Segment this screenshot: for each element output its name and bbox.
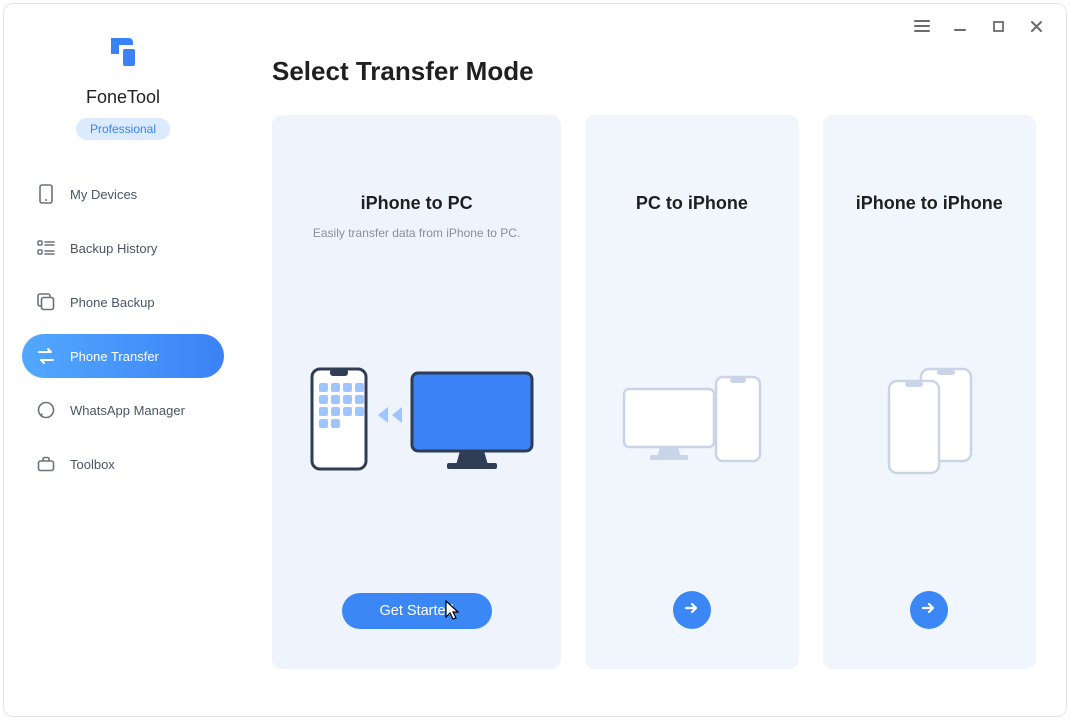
list-icon — [36, 238, 56, 258]
sidebar-item-label: Backup History — [70, 241, 157, 256]
page-title: Select Transfer Mode — [272, 56, 1036, 87]
copy-icon — [36, 292, 56, 312]
app-window: FoneTool Professional My Devices Backup … — [3, 3, 1067, 717]
arrow-button[interactable] — [673, 591, 711, 629]
arrow-right-icon — [921, 601, 937, 620]
app-brand: FoneTool Professional — [4, 32, 242, 140]
card-subtitle: Easily transfer data from iPhone to PC. — [313, 226, 520, 246]
card-iphone-to-pc[interactable]: iPhone to PC Easily transfer data from i… — [272, 115, 561, 669]
phone-icon — [36, 184, 56, 204]
sidebar-item-phone-backup[interactable]: Phone Backup — [22, 280, 224, 324]
pc-to-iphone-illustration — [603, 246, 780, 591]
card-pc-to-iphone[interactable]: PC to iPhone — [585, 115, 798, 669]
transfer-icon — [36, 346, 56, 366]
toolbox-icon — [36, 454, 56, 474]
arrow-right-icon — [684, 601, 700, 620]
sidebar-item-phone-transfer[interactable]: Phone Transfer — [22, 334, 224, 378]
sidebar-item-label: Phone Backup — [70, 295, 155, 310]
main-content: Select Transfer Mode iPhone to PC Easily… — [242, 4, 1066, 716]
app-name: FoneTool — [86, 87, 160, 108]
get-started-button[interactable]: Get Started — [342, 593, 492, 629]
sidebar-nav: My Devices Backup History Phone Backup P… — [4, 172, 242, 486]
sidebar-item-whatsapp-manager[interactable]: WhatsApp Manager — [22, 388, 224, 432]
card-title: PC to iPhone — [636, 193, 748, 214]
sidebar-item-label: WhatsApp Manager — [70, 403, 185, 418]
sidebar: FoneTool Professional My Devices Backup … — [4, 4, 242, 716]
sidebar-item-label: Toolbox — [70, 457, 115, 472]
sidebar-item-label: My Devices — [70, 187, 137, 202]
sidebar-item-label: Phone Transfer — [70, 349, 159, 364]
card-title: iPhone to iPhone — [856, 193, 1003, 214]
sidebar-item-my-devices[interactable]: My Devices — [22, 172, 224, 216]
edition-badge: Professional — [76, 118, 170, 140]
app-logo-icon — [103, 32, 143, 77]
iphone-to-iphone-illustration — [841, 246, 1018, 591]
iphone-to-pc-illustration — [290, 246, 543, 593]
sidebar-item-toolbox[interactable]: Toolbox — [22, 442, 224, 486]
transfer-mode-cards: iPhone to PC Easily transfer data from i… — [272, 115, 1036, 669]
arrow-button[interactable] — [910, 591, 948, 629]
card-title: iPhone to PC — [361, 193, 473, 214]
chat-icon — [36, 400, 56, 420]
card-iphone-to-iphone[interactable]: iPhone to iPhone — [823, 115, 1036, 669]
sidebar-item-backup-history[interactable]: Backup History — [22, 226, 224, 270]
